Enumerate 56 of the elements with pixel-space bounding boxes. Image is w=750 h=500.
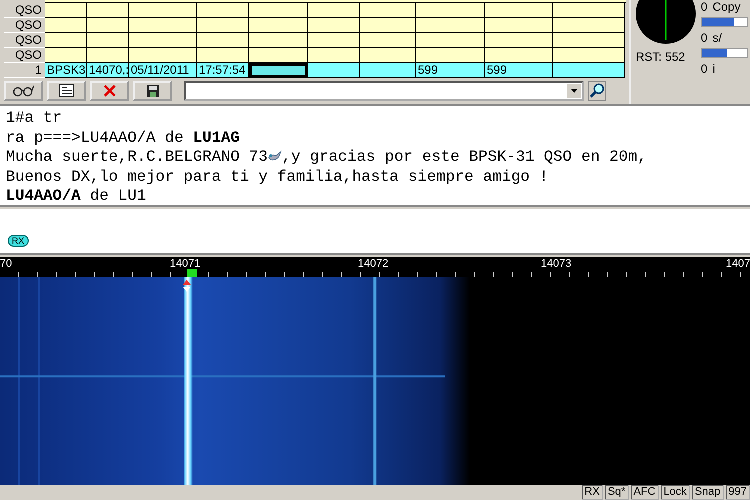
meter-reading: 0	[701, 62, 708, 76]
meter-label: Copy	[712, 0, 741, 14]
document-icon	[58, 84, 74, 98]
search-combo[interactable]	[184, 81, 584, 101]
frequency-label: 14073	[541, 258, 572, 270]
status-field: Lock	[660, 485, 690, 500]
frequency-label: 14072	[358, 258, 389, 270]
view-button[interactable]	[4, 81, 43, 101]
status-field: RX	[582, 485, 603, 500]
meter-reading: 0	[701, 31, 708, 45]
receive-line: LU4AAO/A de LU1	[6, 187, 148, 206]
cursor-marker-icon	[183, 280, 191, 292]
rst-label: RST: 552	[636, 50, 686, 64]
table-row[interactable]: BPSK3 14070,: 05/11/2011 17:57:54 599 599	[45, 63, 625, 78]
table-cell: 14070,:	[87, 63, 129, 78]
row-header[interactable]: QSO	[4, 48, 45, 63]
receive-line: Buenos DX,lo mejor para ti y familia,hasta siempre amigo !	[6, 168, 550, 187]
receive-line: Mucha suerte,R.C.BELGRANO 73 ,y gracias por este BPSK-31 QSO en 20m,	[6, 148, 648, 168]
frequency-label: 14071	[170, 258, 201, 270]
close-icon	[102, 84, 116, 98]
frequency-label: 1407	[726, 258, 750, 270]
save-button[interactable]	[133, 81, 172, 101]
bird-icon	[268, 150, 282, 162]
status-field: 997	[726, 485, 750, 500]
table-row[interactable]	[45, 18, 625, 33]
row-header[interactable]: QSO	[4, 33, 45, 48]
meter-label: s/	[712, 31, 722, 45]
details-button[interactable]	[47, 81, 86, 101]
receive-line: ra p===>LU4AAO/A de LU1AG	[6, 128, 241, 148]
table-row[interactable]	[45, 48, 625, 63]
search-button[interactable]	[588, 81, 606, 101]
status-field: Sq*	[604, 485, 629, 500]
table-cell: 599	[485, 63, 553, 78]
delete-button[interactable]	[90, 81, 129, 101]
meter-label: i	[712, 62, 716, 76]
frequency-label: 70	[0, 258, 12, 270]
table-cell: 599	[416, 63, 485, 78]
table-cell: BPSK3	[45, 63, 87, 78]
status-field: Snap	[692, 485, 724, 500]
receive-line: 1#a tr	[6, 109, 64, 128]
table-row[interactable]	[45, 33, 625, 48]
glasses-icon	[12, 85, 34, 97]
meter-reading: 0	[701, 0, 708, 14]
row-header[interactable]: QSO	[4, 3, 45, 18]
row-header[interactable]: 1	[4, 63, 45, 78]
rx-badge: RX	[8, 235, 29, 247]
flag-marker-icon	[187, 269, 197, 277]
status-field: AFC	[630, 485, 659, 500]
meter-bar	[701, 48, 748, 58]
table-row[interactable]	[45, 3, 625, 18]
search-icon	[589, 83, 605, 99]
phase-scope-drawing	[636, 0, 696, 44]
row-header[interactable]: QSO	[4, 18, 45, 33]
meter-bar	[701, 17, 748, 27]
table-cell: 05/11/2011	[129, 63, 197, 78]
transmit-text-area[interactable]: RX	[0, 209, 750, 255]
